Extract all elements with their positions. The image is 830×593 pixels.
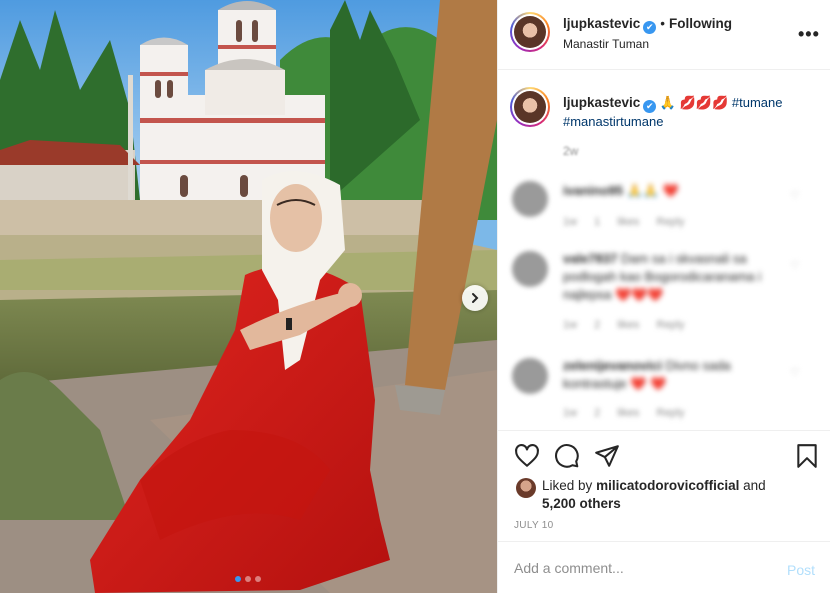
comment-likes[interactable]: 1 likes xyxy=(594,216,639,228)
commenter-username[interactable]: ivanino95 xyxy=(563,183,623,198)
next-photo-button[interactable] xyxy=(462,285,488,311)
post-sidebar: ljupkastevic ✔ • Following Manastir Tuman •… xyxy=(497,0,830,593)
comment-meta: 1w 1 likes Reply xyxy=(563,216,685,228)
avatar-image xyxy=(514,91,546,123)
comment-text: ivanino95 🙏🙏 ❤️ xyxy=(563,182,788,200)
header-title-row: ljupkastevic ✔ • Following xyxy=(563,16,732,34)
liked-by-prefix: Liked by xyxy=(542,478,593,493)
carousel-dot xyxy=(255,576,261,582)
comment-time: 1w xyxy=(563,319,578,331)
hashtag-link[interactable]: #manastirtumane xyxy=(563,114,663,129)
avatar-image xyxy=(514,16,546,48)
commenter-avatar[interactable] xyxy=(512,251,548,287)
comment-likes[interactable]: 2 likes xyxy=(594,319,639,331)
post-header: ljupkastevic ✔ • Following Manastir Tuman •… xyxy=(498,0,830,70)
comment-input[interactable] xyxy=(514,556,774,580)
caption-username[interactable]: ljupkastevic xyxy=(563,95,640,110)
author-avatar[interactable] xyxy=(510,12,550,52)
liked-by-and: and xyxy=(743,478,766,493)
post-photo[interactable] xyxy=(0,0,497,593)
commenter-username[interactable]: zelenijevanovici xyxy=(563,358,662,373)
caption-author-avatar[interactable] xyxy=(510,87,550,127)
liked-by-user-link[interactable]: milicatodorovicofficial xyxy=(596,478,739,493)
post-caption: ljupkastevic ✔ 🙏 💋💋💋 #tumane #manastirtum… xyxy=(563,94,818,131)
verified-badge-icon: ✔ xyxy=(643,21,657,34)
comment-like-heart-icon[interactable]: ♡ xyxy=(790,259,800,272)
comment-like-heart-icon[interactable]: ♡ xyxy=(790,189,800,202)
commenter-username[interactable]: vale7837 xyxy=(563,251,617,266)
carousel-indicator xyxy=(235,576,261,582)
comment-body: 🙏🙏 ❤️ xyxy=(626,183,679,198)
comments-list[interactable]: ljupkastevic ✔ 🙏 💋💋💋 #tumane #manastirtum… xyxy=(498,71,830,430)
reply-link[interactable]: Reply xyxy=(656,407,684,419)
comment-meta: 1w 2 likes Reply xyxy=(563,407,685,419)
post-actions: Liked by milicatodorovicofficial and 5,2… xyxy=(498,430,830,541)
comment-meta: 1w 2 likes Reply xyxy=(563,319,685,331)
share-icon[interactable] xyxy=(594,443,620,469)
verified-badge-icon: ✔ xyxy=(643,100,657,113)
carousel-dot xyxy=(245,576,251,582)
commenter-avatar[interactable] xyxy=(512,358,548,394)
chevron-right-icon xyxy=(472,293,479,303)
commenter-avatar[interactable] xyxy=(512,181,548,217)
more-options-icon[interactable]: ••• xyxy=(798,24,820,45)
reply-link[interactable]: Reply xyxy=(656,216,684,228)
caption-timestamp: 2w xyxy=(563,144,579,158)
hashtag-link[interactable]: #tumane xyxy=(732,95,783,110)
liked-by-others-link[interactable]: 5,200 others xyxy=(542,496,621,511)
add-comment-bar: Post xyxy=(498,541,830,593)
carousel-dot-active xyxy=(235,576,241,582)
comment-likes[interactable]: 2 likes xyxy=(594,407,639,419)
post-date[interactable]: JULY 10 xyxy=(514,520,554,531)
reply-link[interactable]: Reply xyxy=(656,319,684,331)
comment-time: 1w xyxy=(563,407,578,419)
author-username[interactable]: ljupkastevic xyxy=(563,16,640,31)
comment-emoji: ❤️❤️❤️ xyxy=(615,287,664,302)
comment-text: zelenijevanovici Divno sada kontrastuje … xyxy=(563,357,788,393)
following-button[interactable]: Following xyxy=(669,16,732,31)
liker-avatar[interactable] xyxy=(516,478,536,498)
liked-by-text: Liked by milicatodorovicofficial and 5,2… xyxy=(542,477,792,513)
heart-icon[interactable] xyxy=(514,443,540,469)
bookmark-icon[interactable] xyxy=(794,443,820,469)
comment-icon[interactable] xyxy=(554,443,580,469)
comment-like-heart-icon[interactable]: ♡ xyxy=(790,366,800,379)
comment-time: 1w xyxy=(563,216,578,228)
caption-emoji: 🙏 💋💋💋 xyxy=(659,95,729,110)
post-comment-button[interactable]: Post xyxy=(787,562,815,578)
separator-dot: • xyxy=(660,16,666,31)
photo-scene xyxy=(0,0,497,593)
location-link[interactable]: Manastir Tuman xyxy=(563,37,649,51)
comment-emoji: ❤️ ❤️ xyxy=(630,376,667,391)
comment-text: vale7837 Dam sa i skvasnali sa podlogah … xyxy=(563,250,788,304)
